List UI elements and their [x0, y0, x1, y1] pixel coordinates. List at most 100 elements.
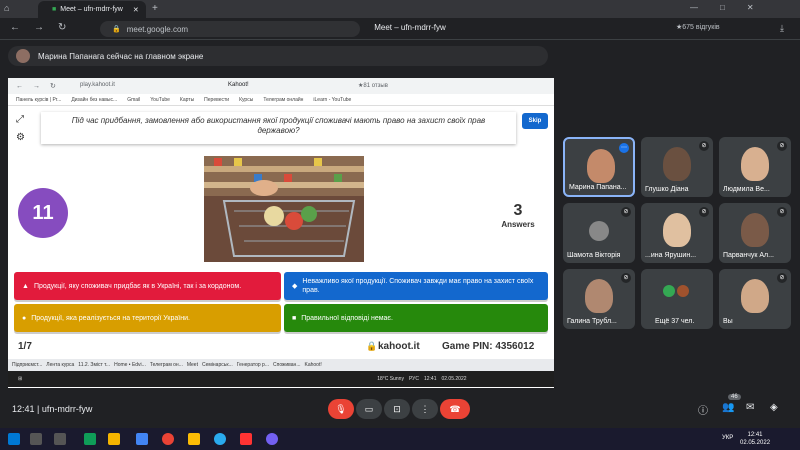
more-options-button[interactable]: ⋮	[412, 399, 438, 419]
presenter-banner: Марина Папанага сейчас на главном экране	[8, 46, 548, 66]
more-options-icon[interactable]: ⋯	[619, 143, 629, 153]
edge-icon[interactable]	[84, 433, 96, 445]
inner-bookmarks-bar: Підприємст... Лента курса 11.2. Зміст т.…	[8, 359, 554, 371]
inner-title: Kahoot!	[228, 82, 249, 88]
home-icon[interactable]: ⌂	[4, 3, 9, 13]
mic-toggle-button[interactable]: 🎙	[328, 399, 354, 419]
bookmark: Дизайн без навыс...	[71, 96, 118, 103]
participant-tile[interactable]: ⊘ Галина Трубл...	[563, 269, 635, 329]
end-call-button[interactable]: ☎	[440, 399, 470, 419]
camera-icon: ▭	[364, 403, 374, 414]
circle-icon: ●	[22, 314, 27, 322]
participant-name: Марина Папана...	[569, 184, 627, 191]
participant-tile[interactable]: ⋯ Марина Папана...	[563, 137, 635, 197]
mic-off-icon: ⊘	[777, 273, 787, 283]
camera-toggle-button[interactable]: ▭	[356, 399, 382, 419]
new-tab-icon[interactable]: +	[152, 3, 158, 14]
app-icon[interactable]	[188, 433, 200, 445]
telegram-icon[interactable]	[214, 433, 226, 445]
inner-windows-icon: ⊞	[18, 376, 23, 382]
viber-icon[interactable]	[266, 433, 278, 445]
chat-icon[interactable]: ✉	[746, 402, 754, 413]
inner-task-item: Лента курса	[46, 362, 75, 368]
participant-tile[interactable]: ⊘ Шамота Вікторія	[563, 203, 635, 263]
avatar	[677, 285, 689, 297]
answer-red: ▲ Продукції, яку споживач придбає як в У…	[14, 272, 281, 300]
tab-title: Meet – ufn-mdrr-fyw	[60, 6, 123, 13]
maximize-icon[interactable]: □	[720, 3, 725, 12]
bookmarks-bar: Панель курсів | Pr... Дизайн без навыс..…	[8, 94, 554, 106]
search-icon[interactable]	[30, 433, 42, 445]
bookmark: Телеграм онлайн	[263, 96, 304, 103]
participant-name: Глушко Діана	[645, 186, 689, 193]
inner-time: 12:41	[423, 376, 437, 382]
participant-name: Галина Трубл...	[567, 318, 617, 325]
task-view-icon[interactable]	[54, 433, 66, 445]
expand-icon: ⤢	[16, 114, 24, 125]
inner-task-item: Підприємст...	[12, 362, 43, 368]
answers-counter: 3 Answers	[488, 202, 548, 229]
mic-off-icon: ⊘	[777, 141, 787, 151]
shared-screen: ← → ↻ play.kahoot.it Kahoot! ★81 отзыв П…	[8, 78, 554, 388]
language-indicator[interactable]: УКР	[722, 435, 733, 441]
kahoot-footer: 1/7 🔒 kahoot.it Game PIN: 4356012	[8, 338, 554, 356]
windows-start-icon[interactable]	[8, 433, 20, 445]
self-tile[interactable]: ⊘ Вы	[719, 269, 791, 329]
inner-weather: 18°C Sunny	[377, 376, 404, 382]
minimize-icon[interactable]: —	[690, 3, 698, 12]
yandex-icon[interactable]	[240, 433, 252, 445]
answers-number: 3	[513, 202, 523, 219]
back-icon[interactable]: ←	[10, 22, 20, 33]
bookmark: Панель курсів | Pr...	[16, 96, 62, 103]
info-icon[interactable]: ⓘ	[698, 402, 708, 417]
window-close-icon[interactable]: ✕	[747, 3, 754, 12]
meet-control-bar: 12:41 | ufn-mdrr-fyw 🎙 ▭ ⊡ ⋮ ☎ ⓘ 👥 46 ✉ …	[0, 392, 800, 426]
participant-video	[741, 147, 769, 181]
lock-icon: 🔒	[366, 341, 378, 351]
system-date: 02.05.2022	[740, 440, 771, 446]
inner-task-item: Meet	[186, 362, 198, 368]
inner-lang: РУС	[408, 376, 419, 382]
folder-icon[interactable]	[108, 433, 120, 445]
participant-tile[interactable]: ⊘ ...ина Ярушин...	[641, 203, 713, 263]
people-icon[interactable]: 👥	[722, 402, 734, 413]
tab-meet[interactable]: ■ Meet – ufn-mdrr-fyw ✕	[38, 1, 146, 18]
windows-taskbar: УКР 12:41 02.05.2022	[0, 428, 800, 450]
avatar	[663, 285, 675, 297]
answer-text: Правильної відповіді немає.	[301, 314, 393, 322]
present-icon: ⊡	[393, 403, 401, 414]
forward-icon[interactable]: →	[34, 22, 44, 33]
store-icon[interactable]	[136, 433, 148, 445]
participant-tile[interactable]: ⊘ Людмила Ве...	[719, 137, 791, 197]
more-participants-tile[interactable]: Ещё 37 чел.	[641, 269, 713, 329]
participant-name: Ещё 37 чел.	[655, 318, 695, 325]
skip-button: Skip	[522, 113, 548, 129]
inner-reload-icon: ↻	[50, 83, 56, 90]
system-clock[interactable]: 12:41 02.05.2022	[740, 431, 770, 447]
chrome-icon[interactable]	[162, 433, 174, 445]
inner-windows-taskbar: ⊞ 18°C Sunny РУС 12:41 02.05.2022	[8, 371, 554, 387]
window-title: Meet – ufn-mdrr-fyw	[374, 23, 446, 32]
participant-video	[741, 213, 769, 247]
close-icon[interactable]: ✕	[133, 6, 139, 14]
question-image	[204, 156, 364, 262]
inner-task-item: Генератор р...	[236, 362, 269, 368]
answer-blue: ◆ Неважливо якої продукції. Споживач зав…	[284, 272, 548, 300]
diamond-icon: ◆	[292, 282, 298, 290]
participant-tile[interactable]: ⊘ Глушко Діана	[641, 137, 713, 197]
answer-text: Продукції, яку споживач придбає як в Укр…	[33, 282, 242, 290]
inner-task-item: Семінарськ...	[201, 362, 233, 368]
download-icon[interactable]: ⤓	[780, 23, 784, 34]
reload-icon[interactable]: ↻	[58, 22, 66, 33]
present-button[interactable]: ⊡	[384, 399, 410, 419]
inner-task-item: Телеграм он...	[149, 362, 183, 368]
window-controls: — □ ✕	[690, 3, 754, 12]
activities-icon[interactable]: ◈	[770, 402, 778, 413]
inner-task-item: Home • Edvi...	[114, 362, 146, 368]
participant-tile[interactable]: ⊘ Парванчук Ал...	[719, 203, 791, 263]
url-field[interactable]: 🔒 meet.google.com	[100, 21, 360, 37]
system-time: 12:41	[747, 432, 763, 438]
inner-back-icon: ←	[16, 82, 23, 90]
reviews-badge[interactable]: ★675 відгуків	[676, 23, 720, 31]
participant-video	[585, 279, 613, 313]
